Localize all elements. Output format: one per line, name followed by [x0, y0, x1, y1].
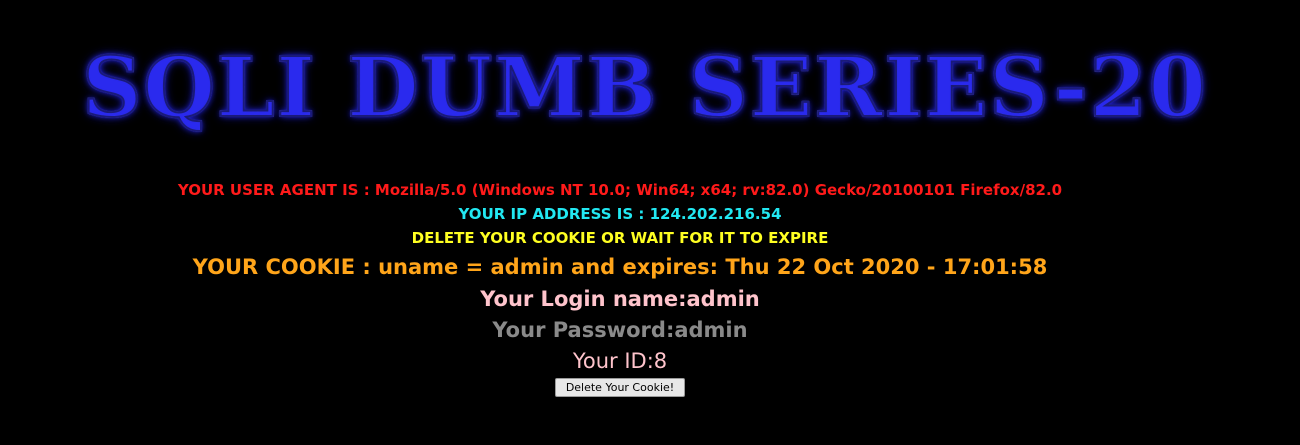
- cookie-text: YOUR COOKIE : uname = admin and expires:…: [192, 255, 1048, 279]
- password-text: Your Password:admin: [492, 318, 748, 342]
- page: SQLI DUMB SERIES-20 YOUR USER AGENT IS :…: [0, 0, 1300, 445]
- cookie-info-panel: YOUR USER AGENT IS : Mozilla/5.0 (Window…: [0, 178, 1240, 397]
- delete-notice-text: DELETE YOUR COOKIE OR WAIT FOR IT TO EXP…: [411, 229, 829, 247]
- delete-cookie-button[interactable]: Delete Your Cookie!: [554, 378, 686, 397]
- user-agent-text: YOUR USER AGENT IS : Mozilla/5.0 (Window…: [177, 181, 1063, 199]
- page-banner-title: SQLI DUMB SERIES-20: [0, 38, 1290, 138]
- ip-address-text: YOUR IP ADDRESS IS : 124.202.216.54: [458, 205, 782, 223]
- user-id-text: Your ID:8: [572, 349, 668, 373]
- login-name-text: Your Login name:admin: [480, 287, 760, 311]
